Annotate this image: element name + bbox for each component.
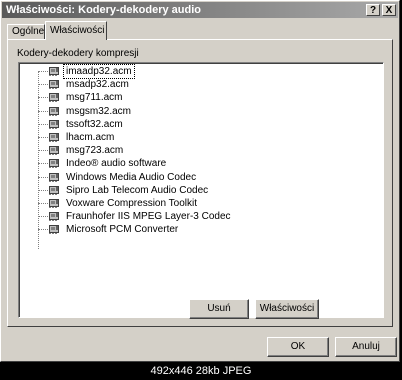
close-button[interactable]: X — [382, 4, 396, 16]
properties-button[interactable]: Właściwości — [255, 299, 319, 319]
tree-branch-line — [38, 229, 48, 231]
codec-label: lhacm.acm — [66, 132, 115, 143]
cancel-button[interactable]: Anuluj — [335, 337, 397, 357]
codec-label: msgsm32.acm — [66, 105, 132, 117]
codec-label: msadp32.acm — [66, 79, 129, 91]
codec-icon — [48, 197, 61, 209]
tree-branch-line — [38, 84, 48, 86]
tree-branch-line — [38, 176, 48, 178]
codec-icon — [48, 118, 61, 130]
tree-branch-line — [38, 110, 48, 112]
tree-branch-line — [38, 216, 48, 218]
properties-dialog: Właściwości: Kodery-dekodery audio ? X O… — [0, 0, 400, 362]
codec-label: imaadp32.acm — [63, 64, 135, 79]
codec-icon — [48, 78, 61, 90]
tree-branch-line — [38, 97, 48, 99]
tree-branch-line — [38, 189, 48, 191]
tree-branch-line — [38, 137, 48, 138]
title-bar[interactable]: Właściwości: Kodery-dekodery audio ? X — [2, 2, 398, 18]
tree-branch-line — [38, 123, 48, 125]
codec-icon — [48, 105, 61, 117]
codec-list[interactable]: imaadp32.acm msadp32.acm msg711.acm msgsm32… — [18, 62, 384, 318]
codec-label: Fraunhofer IIS MPEG Layer-3 Codec — [66, 211, 231, 223]
codec-icon — [48, 171, 61, 183]
tab-general[interactable]: Ogólne — [7, 24, 45, 39]
codec-icon — [48, 131, 61, 143]
help-button[interactable]: ? — [366, 4, 380, 16]
tab-panel: Kodery-dekodery kompresji imaadp32.acm ms… — [7, 39, 393, 327]
codec-label: tssoft32.acm — [66, 118, 123, 130]
codec-label: msg711.acm — [66, 92, 123, 104]
tree-branch-line — [38, 203, 48, 204]
codec-label: Windows Media Audio Codec — [66, 171, 197, 183]
window-title: Właściwości: Kodery-dekodery audio — [6, 4, 201, 16]
codec-icon — [48, 210, 61, 222]
codec-group-label: Kodery-dekodery kompresji — [17, 48, 139, 59]
image-info-caption: 492x446 28kb JPEG — [0, 362, 402, 380]
codec-icon — [48, 91, 61, 103]
codec-icon — [48, 144, 61, 156]
codec-label: Microsoft PCM Converter — [66, 224, 179, 236]
codec-label: Voxware Compression Toolkit — [66, 198, 197, 209]
codec-icon — [48, 184, 61, 196]
tree-branch-line — [38, 163, 48, 165]
codec-label: Sipro Lab Telecom Audio Codec — [66, 184, 209, 196]
codec-icon — [48, 223, 61, 235]
codec-label: Indeo® audio software — [66, 158, 167, 170]
ok-button[interactable]: OK — [267, 337, 329, 357]
remove-button[interactable]: Usuń — [189, 299, 249, 319]
tab-properties[interactable]: Właściwości — [45, 21, 107, 40]
codec-icon — [48, 65, 61, 77]
tree-branch-line — [38, 150, 48, 152]
tree-branch-line — [38, 71, 48, 72]
codec-icon — [48, 157, 61, 169]
codec-label: msg723.acm — [66, 145, 124, 157]
